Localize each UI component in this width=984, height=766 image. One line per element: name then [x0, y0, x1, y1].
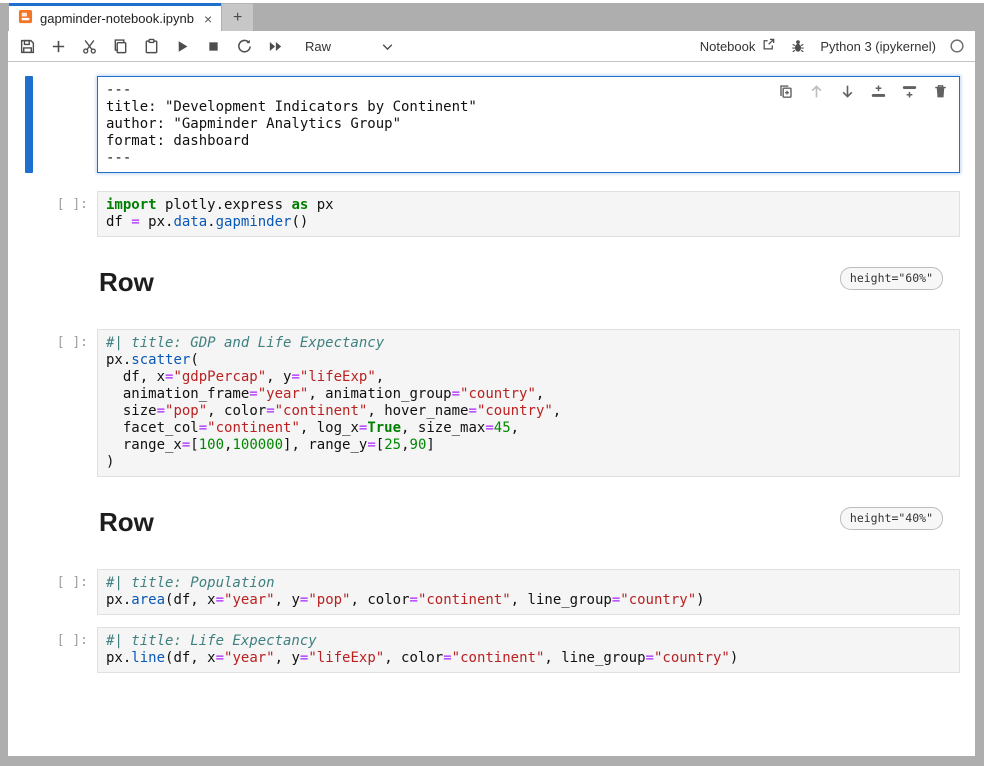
- execution-prompt: [ ]:: [8, 633, 88, 648]
- code-line: ---: [106, 150, 951, 167]
- notebook-toolbar: Raw Notebook Python 3 (ipykernel): [8, 31, 975, 62]
- copy-cells-button[interactable]: [111, 37, 129, 55]
- tab-gapminder-notebook[interactable]: gapminder-notebook.ipynb ×: [9, 3, 221, 31]
- jupyterlab-window: gapminder-notebook.ipynb × +: [0, 3, 984, 766]
- plus-icon: +: [233, 9, 242, 27]
- code-line: format: dashboard: [106, 133, 951, 150]
- markdown-cell[interactable]: Rowheight="60%": [8, 267, 960, 307]
- markdown-cell[interactable]: Rowheight="40%": [8, 507, 960, 547]
- code-line: #| title: Life Expectancy: [106, 633, 951, 650]
- code-line: size="pop", color="continent", hover_nam…: [106, 403, 951, 420]
- code-line: range_x=[100,100000], range_y=[25,90]: [106, 437, 951, 454]
- code-line: facet_col="continent", log_x=True, size_…: [106, 420, 951, 437]
- code-cell[interactable]: [ ]: #| title: GDP and Life Expectancypx.…: [8, 329, 960, 477]
- kernel-name-button[interactable]: Python 3 (ipykernel): [820, 39, 936, 54]
- debugger-bug-button[interactable]: [789, 37, 807, 55]
- cell-attribute-badge: height="60%": [840, 267, 943, 290]
- external-link-icon: [761, 37, 776, 55]
- code-line: animation_frame="year", animation_group=…: [106, 386, 951, 403]
- insert-below-icon[interactable]: [901, 83, 918, 100]
- code-cell[interactable]: [ ]: import plotly.express as pxdf = px.d…: [8, 191, 960, 237]
- code-line: df, x="gdpPercap", y="lifeExp",: [106, 369, 951, 386]
- notebook-mode-button[interactable]: Notebook: [700, 37, 777, 55]
- cell-collapser[interactable]: [25, 76, 33, 173]
- cells: --- title: "Development Indicators by Con…: [8, 76, 975, 673]
- notebook-content: --- title: "Development Indicators by Con…: [8, 62, 975, 756]
- code-line: px.line(df, x="year", y="lifeExp", color…: [106, 650, 951, 667]
- tab-bar: gapminder-notebook.ipynb × +: [0, 3, 984, 31]
- section-heading: Row: [99, 267, 960, 297]
- tab-title: gapminder-notebook.ipynb: [40, 11, 194, 26]
- notebook-mode-label: Notebook: [700, 39, 756, 54]
- cell-editor[interactable]: import plotly.express as pxdf = px.data.…: [97, 191, 960, 237]
- close-icon[interactable]: ×: [204, 12, 212, 26]
- move-down-icon[interactable]: [839, 83, 856, 100]
- raw-cell[interactable]: --- title: "Development Indicators by Con…: [8, 76, 960, 173]
- cell-collapser[interactable]: [25, 329, 33, 477]
- kernel-status-circle-icon[interactable]: [949, 38, 965, 54]
- add-cell-button[interactable]: [49, 37, 67, 55]
- cell-type-value: Raw: [305, 39, 331, 54]
- run-cell-button[interactable]: [173, 37, 191, 55]
- execution-prompt: [ ]:: [8, 197, 88, 212]
- execution-prompt: [ ]:: [8, 575, 88, 590]
- paste-cells-button[interactable]: [142, 37, 160, 55]
- code-line: #| title: Population: [106, 575, 951, 592]
- restart-kernel-button[interactable]: [235, 37, 253, 55]
- code-line: import plotly.express as px: [106, 197, 951, 214]
- cell-type-dropdown[interactable]: Raw: [305, 39, 393, 54]
- insert-above-icon[interactable]: [870, 83, 887, 100]
- execution-prompt: [ ]:: [8, 335, 88, 350]
- cell-editor[interactable]: --- title: "Development Indicators by Con…: [97, 76, 960, 173]
- cell-attribute-badge: height="40%": [840, 507, 943, 530]
- cut-cells-button[interactable]: [80, 37, 98, 55]
- restart-run-all-button[interactable]: [266, 37, 284, 55]
- code-line: title: "Development Indicators by Contin…: [106, 99, 951, 116]
- notebook-panel: Raw Notebook Python 3 (ipykernel) ---: [8, 31, 975, 756]
- chevron-down-icon: [382, 39, 393, 54]
- cell-editor[interactable]: #| title: GDP and Life Expectancypx.scat…: [97, 329, 960, 477]
- duplicate-cell-button[interactable]: [777, 83, 794, 100]
- section-heading: Row: [99, 507, 960, 537]
- move-up-icon[interactable]: [808, 83, 825, 100]
- notebook-file-icon: [18, 9, 33, 29]
- cell-editor[interactable]: #| title: Life Expectancypx.line(df, x="…: [97, 627, 960, 673]
- cell-toolbar: [777, 83, 949, 100]
- save-button[interactable]: [18, 37, 36, 55]
- cell-editor[interactable]: #| title: Populationpx.area(df, x="year"…: [97, 569, 960, 615]
- code-line: px.scatter(: [106, 352, 951, 369]
- code-cell[interactable]: [ ]: #| title: Populationpx.area(df, x="y…: [8, 569, 960, 615]
- code-line: px.area(df, x="year", y="pop", color="co…: [106, 592, 951, 609]
- trash-icon[interactable]: [932, 83, 949, 100]
- interrupt-kernel-button[interactable]: [204, 37, 222, 55]
- code-line: author: "Gapminder Analytics Group": [106, 116, 951, 133]
- code-cell[interactable]: [ ]: #| title: Life Expectancypx.line(df,…: [8, 627, 960, 673]
- code-line: df = px.data.gapminder(): [106, 214, 951, 231]
- code-line: #| title: GDP and Life Expectancy: [106, 335, 951, 352]
- code-line: ): [106, 454, 951, 471]
- new-tab-button[interactable]: +: [222, 3, 253, 31]
